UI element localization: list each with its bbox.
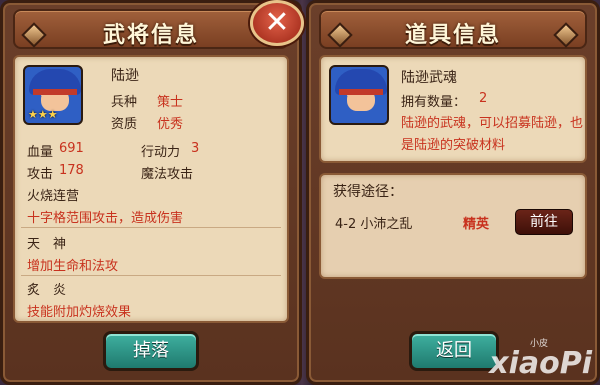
hero-star-rating: ★★★ (28, 108, 58, 121)
watermark-logo: xiaoPi (489, 346, 592, 381)
hero-quality-label: 资质 (111, 117, 138, 132)
goto-button[interactable]: 前往 (515, 209, 573, 235)
close-icon: ✕ (264, 5, 290, 40)
divider (21, 227, 281, 228)
hero-type-value: 策士 (157, 95, 184, 110)
hero-info-title-bar: 武将信息 (13, 9, 289, 49)
skill-name: 天 神 (27, 237, 67, 252)
attack-type: 魔法攻击 (141, 167, 194, 182)
attack-value: 178 (59, 163, 84, 178)
source-stage: 4-2 小沛之乱 (335, 217, 413, 232)
divider (21, 275, 281, 276)
skill-description: 十字格范围攻击，造成伤害 (27, 211, 184, 226)
item-count-label: 拥有数量： (401, 95, 467, 110)
close-button[interactable]: ✕ (250, 0, 304, 46)
item-detail-box: 陆逊武魂 拥有数量： 2 陆逊的武魂，可以招募陆逊，也是陆逊的突破材料 (319, 55, 587, 163)
hero-type-label: 兵种 (111, 95, 138, 110)
item-avatar (329, 65, 389, 125)
item-name: 陆逊武魂 (401, 70, 457, 86)
skill-name: 炙 炎 (27, 283, 67, 298)
skill-name: 火烧连营 (27, 189, 80, 204)
attack-label: 攻击 (27, 167, 54, 182)
hero-name: 陆逊 (111, 68, 139, 84)
item-info-title-bar: 道具信息 (319, 9, 587, 49)
hp-label: 血量 (27, 145, 54, 160)
item-count-value: 2 (479, 91, 488, 106)
item-info-panel: 道具信息 陆逊武魂 拥有数量： 2 陆逊的武魂，可以招募陆逊，也是陆逊的突破材料… (306, 0, 600, 385)
hero-avatar[interactable]: ★★★ (23, 65, 83, 125)
skill-description: 技能附加灼烧效果 (27, 305, 132, 320)
item-description: 陆逊的武魂，可以招募陆逊，也是陆逊的突破材料 (401, 116, 584, 153)
source-difficulty: 精英 (463, 217, 490, 232)
skill-description: 增加生命和法攻 (27, 259, 119, 274)
item-info-title: 道具信息 (404, 23, 501, 48)
hero-info-title: 武将信息 (102, 23, 199, 48)
back-button[interactable]: 返回 (409, 331, 499, 371)
source-title: 获得途径： (333, 184, 403, 200)
hero-quality-value: 优秀 (157, 117, 184, 132)
hero-info-panel: 武将信息 ★★★ 陆逊 兵种 策士 资质 优秀 血量 691 行动力 3 攻击 … (0, 0, 302, 385)
action-points-label: 行动力 (141, 145, 181, 160)
hp-value: 691 (59, 141, 84, 156)
drop-button[interactable]: 掉落 (103, 331, 199, 371)
hero-detail-box: ★★★ 陆逊 兵种 策士 资质 优秀 血量 691 行动力 3 攻击 178 魔… (13, 55, 289, 323)
source-box: 获得途径： 4-2 小沛之乱 精英 前往 (319, 173, 587, 279)
action-points-value: 3 (191, 141, 200, 156)
